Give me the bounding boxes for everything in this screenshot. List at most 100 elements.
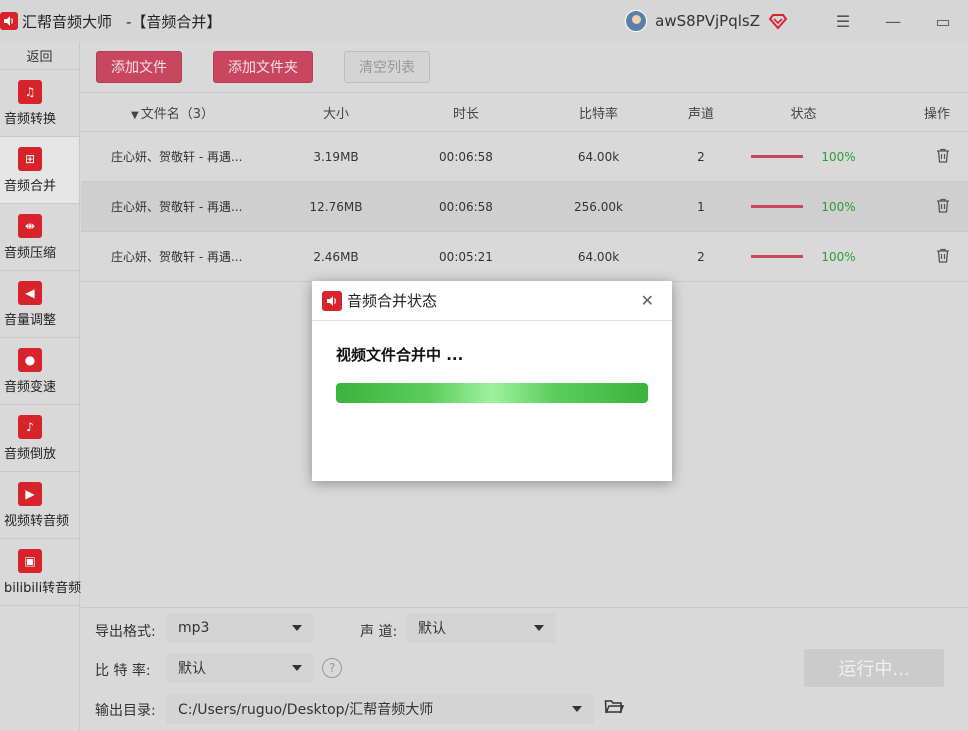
- channel-select[interactable]: 默认: [406, 613, 556, 643]
- vip-diamond-icon[interactable]: [768, 11, 788, 31]
- file-duration: 00:05:21: [439, 249, 493, 264]
- sidebar-item-label: 音量调整: [4, 312, 57, 328]
- file-size: 2.46MB: [313, 249, 359, 264]
- file-bitrate: 64.00k: [577, 149, 620, 164]
- header-actions: 操作: [923, 106, 950, 122]
- sidebar-item-label: 音频合并: [4, 178, 57, 194]
- status-percent: 100%: [821, 199, 856, 214]
- status-percent: 100%: [821, 149, 856, 164]
- sidebar-item-volume-adjust[interactable]: ◀ 音量调整: [0, 271, 79, 338]
- sidebar-item-label: 音频倒放: [4, 446, 57, 462]
- chevron-down-icon: [292, 625, 302, 631]
- delete-icon[interactable]: [936, 148, 950, 163]
- folder-open-icon[interactable]: [604, 698, 624, 716]
- volume-adjust-icon: ◀: [18, 280, 42, 305]
- add-file-button[interactable]: 添加文件: [96, 51, 182, 83]
- chevron-down-icon: [292, 665, 302, 671]
- audio-reverse-icon: ♪: [18, 414, 42, 439]
- back-button[interactable]: 返回: [0, 42, 79, 70]
- table-header: ▼ 文件名（3） 大小 时长 比特率 声道 状态 操作: [81, 92, 968, 132]
- row-actions: [881, 198, 968, 216]
- sidebar: 返回 ♫ 音频转换 ⊞ 音频合并 ⇼ 音频压缩 ◀ 音量调整 ● 音频变速 ♪ 音频倒放 ▶ 视频转音频 ▣…: [0, 42, 82, 730]
- bitrate-select[interactable]: 默认: [166, 653, 314, 683]
- run-button[interactable]: 运行中...: [804, 649, 944, 687]
- table-row[interactable]: 庄心妍、贺敬轩 - 再遇... 2.46MB 00:05:21 64.00k 2 100%: [81, 232, 968, 282]
- format-select[interactable]: mp3: [166, 613, 314, 643]
- app-logo-icon: [0, 12, 18, 30]
- format-label: 导出格式:: [95, 624, 156, 640]
- username[interactable]: awS8PVjPqlsZ: [655, 12, 760, 30]
- sidebar-item-bilibili[interactable]: ▣ bilibili转音频: [0, 539, 82, 606]
- sidebar-item-label: bilibili转音频: [4, 580, 82, 596]
- sidebar-item-video-to-audio[interactable]: ▶ 视频转音频: [0, 472, 79, 539]
- delete-icon[interactable]: [936, 248, 950, 263]
- menu-icon[interactable]: ☰: [818, 0, 868, 42]
- file-name: 庄心妍、贺敬轩 - 再遇...: [111, 150, 243, 164]
- file-duration: 00:06:58: [439, 149, 493, 164]
- status-progress-bar: [751, 255, 804, 258]
- toolbar: 添加文件 添加文件夹 清空列表: [81, 42, 968, 92]
- output-dir-select[interactable]: C:/Users/ruguo/Desktop/汇帮音频大师: [166, 694, 594, 724]
- status-progress-bar: [751, 205, 804, 208]
- file-channels: 1: [697, 199, 705, 214]
- sidebar-item-label: 音频变速: [4, 379, 57, 395]
- dialog-message: 视频文件合并中 ...: [336, 346, 464, 364]
- file-status: 100%: [726, 150, 881, 164]
- header-bitrate: 比特率: [578, 106, 618, 122]
- table-row[interactable]: 庄心妍、贺敬轩 - 再遇... 12.76MB 00:06:58 256.00k 1 10…: [81, 182, 968, 232]
- file-size: 12.76MB: [309, 199, 363, 214]
- merge-progress-bar: [336, 383, 648, 403]
- dialog-header: 音频合并状态 ✕: [312, 281, 672, 321]
- header-filename[interactable]: ▼ 文件名（3）: [81, 103, 261, 122]
- delete-icon[interactable]: [936, 198, 950, 213]
- header-duration: 时长: [452, 106, 479, 122]
- row-actions: [881, 248, 968, 266]
- sidebar-item-audio-merge[interactable]: ⊞ 音频合并: [0, 137, 79, 204]
- window-subtitle: -【音频合并】: [126, 12, 222, 31]
- app-logo-icon: [322, 290, 342, 311]
- sidebar-item-label: 视频转音频: [4, 513, 70, 529]
- sidebar-item-audio-convert[interactable]: ♫ 音频转换: [0, 70, 79, 137]
- sidebar-item-audio-compress[interactable]: ⇼ 音频压缩: [0, 204, 79, 271]
- maximize-button[interactable]: ▭: [918, 0, 968, 42]
- audio-convert-icon: ♫: [18, 79, 42, 104]
- file-bitrate: 64.00k: [577, 249, 620, 264]
- sidebar-item-label: 音频压缩: [4, 245, 57, 261]
- close-icon[interactable]: ✕: [641, 291, 654, 310]
- file-list: 庄心妍、贺敬轩 - 再遇... 3.19MB 00:06:58 64.00k 2 100%…: [81, 132, 968, 282]
- help-icon[interactable]: ?: [322, 658, 342, 678]
- video-to-audio-icon: ▶: [18, 481, 42, 506]
- title-bar: 汇帮音频大师 -【音频合并】 awS8PVjPqlsZ ☰ — ▭: [0, 0, 968, 42]
- sidebar-item-audio-speed[interactable]: ● 音频变速: [0, 338, 79, 405]
- merge-status-dialog: 音频合并状态 ✕ 视频文件合并中 ...: [312, 281, 672, 481]
- output-settings: 导出格式: mp3 声 道: 默认 比 特 率: 默认 ? 输出目录: C:/U…: [81, 607, 968, 730]
- dialog-title: 音频合并状态: [347, 292, 438, 310]
- sidebar-item-label: 音频转换: [4, 111, 57, 127]
- file-status: 100%: [726, 200, 881, 214]
- minimize-button[interactable]: —: [868, 0, 918, 42]
- header-size: 大小: [322, 106, 349, 122]
- bilibili-icon: ▣: [18, 548, 42, 573]
- file-name: 庄心妍、贺敬轩 - 再遇...: [111, 200, 243, 214]
- row-actions: [881, 148, 968, 166]
- file-duration: 00:06:58: [439, 199, 493, 214]
- table-row[interactable]: 庄心妍、贺敬轩 - 再遇... 3.19MB 00:06:58 64.00k 2 100%: [81, 132, 968, 182]
- clear-list-button[interactable]: 清空列表: [344, 51, 430, 83]
- file-bitrate: 256.00k: [574, 199, 623, 214]
- status-progress-bar: [751, 155, 804, 158]
- chevron-down-icon: [572, 706, 582, 712]
- bitrate-label: 比 特 率:: [95, 663, 151, 679]
- header-channels: 声道: [687, 106, 714, 122]
- file-channels: 2: [697, 249, 705, 264]
- audio-compress-icon: ⇼: [18, 213, 42, 238]
- chevron-down-icon: [534, 625, 544, 631]
- add-folder-button[interactable]: 添加文件夹: [213, 51, 313, 83]
- file-size: 3.19MB: [313, 149, 359, 164]
- sidebar-item-audio-reverse[interactable]: ♪ 音频倒放: [0, 405, 79, 472]
- file-name: 庄心妍、贺敬轩 - 再遇...: [111, 250, 243, 264]
- audio-merge-icon: ⊞: [18, 146, 42, 171]
- status-percent: 100%: [821, 249, 856, 264]
- user-avatar[interactable]: [625, 10, 648, 32]
- output-dir-label: 输出目录:: [95, 703, 156, 719]
- sort-down-icon: ▼: [131, 109, 139, 121]
